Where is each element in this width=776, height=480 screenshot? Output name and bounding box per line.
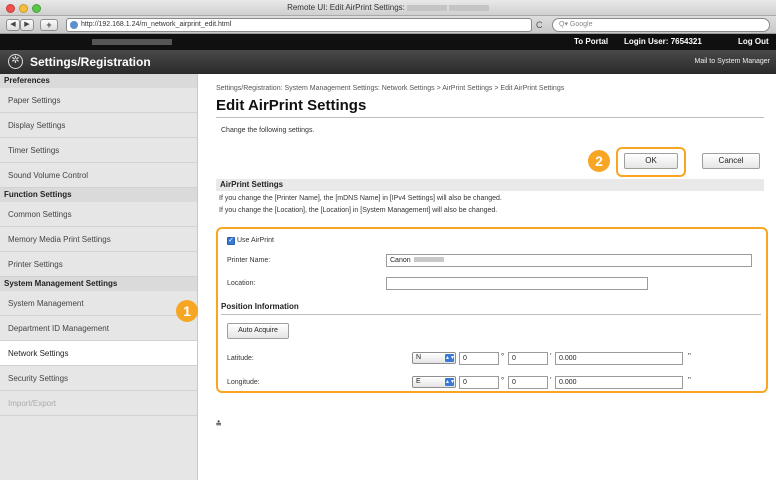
window-title: Remote UI: Edit AirPrint Settings: bbox=[0, 3, 776, 12]
latitude-second-input[interactable]: 0.000 bbox=[555, 352, 683, 365]
site-icon bbox=[70, 21, 78, 29]
back-to-top-icon[interactable]: ⩮ bbox=[216, 418, 221, 429]
window-titlebar: Remote UI: Edit AirPrint Settings: bbox=[0, 0, 776, 16]
second-mark: " bbox=[688, 376, 691, 385]
cancel-button[interactable]: Cancel bbox=[702, 153, 760, 169]
instruction-text: Change the following settings. bbox=[221, 127, 315, 134]
location-label: Location: bbox=[227, 280, 256, 287]
page-title: Edit AirPrint Settings bbox=[216, 97, 367, 114]
forward-button[interactable]: ▶ bbox=[20, 19, 34, 31]
latitude-degree-input[interactable]: 0 bbox=[459, 352, 499, 365]
app-title: Settings/Registration bbox=[30, 55, 151, 69]
browser-toolbar: ◀ ▶ + http://192.168.1.24/m_network_airp… bbox=[0, 16, 776, 34]
settings-icon: ✲ bbox=[8, 54, 23, 69]
sidebar-item-security-settings[interactable]: Security Settings bbox=[0, 366, 197, 391]
mail-to-system-manager-link[interactable]: Mail to System Manager bbox=[695, 58, 770, 65]
forward-arrow-icon: ▶ bbox=[24, 21, 30, 28]
second-mark: " bbox=[688, 352, 691, 361]
longitude-degree-input[interactable]: 0 bbox=[459, 376, 499, 389]
longitude-minute-input[interactable]: 0 bbox=[508, 376, 548, 389]
degree-mark: ° bbox=[501, 352, 505, 361]
ok-highlight-frame bbox=[616, 147, 686, 177]
main-content: Settings/Registration: System Management… bbox=[176, 74, 776, 480]
plus-icon: + bbox=[46, 20, 52, 30]
search-placeholder: Google bbox=[569, 21, 593, 28]
sidebar-heading-function-settings: Function Settings bbox=[0, 188, 197, 202]
sidebar-item-memory-media-print-settings[interactable]: Memory Media Print Settings bbox=[0, 227, 197, 252]
printer-name-input[interactable]: Canon bbox=[386, 254, 752, 267]
sidebar-item-common-settings[interactable]: Common Settings bbox=[0, 202, 197, 227]
log-out-link[interactable]: Log Out bbox=[738, 37, 769, 46]
minute-mark: ' bbox=[550, 376, 552, 385]
select-arrow-icon: ▲▼ bbox=[445, 354, 455, 362]
search-icon: Q▾ bbox=[559, 21, 568, 28]
sidebar-heading-preferences: Preferences bbox=[0, 74, 197, 88]
app-header: ✲ Settings/Registration Mail to System M… bbox=[0, 50, 776, 74]
location-input[interactable] bbox=[386, 277, 648, 290]
add-bookmark-button[interactable]: + bbox=[40, 19, 58, 31]
longitude-second-input[interactable]: 0.000 bbox=[555, 376, 683, 389]
sidebar-heading-system-management-settings: System Management Settings bbox=[0, 277, 197, 291]
reload-icon[interactable]: C bbox=[536, 20, 543, 30]
to-portal-link[interactable]: To Portal bbox=[574, 37, 608, 46]
step-2-badge: 2 bbox=[588, 150, 610, 172]
latitude-minute-input[interactable]: 0 bbox=[508, 352, 548, 365]
position-information-title: Position Information bbox=[221, 302, 299, 311]
printer-name-label: Printer Name: bbox=[227, 257, 271, 264]
sidebar-item-system-management[interactable]: System Management bbox=[0, 291, 197, 316]
login-user-id: 7654321 bbox=[670, 37, 702, 46]
airprint-section-title: AirPrint Settings bbox=[216, 179, 764, 191]
search-field[interactable]: Q▾ Google bbox=[552, 18, 770, 32]
back-button[interactable]: ◀ bbox=[6, 19, 20, 31]
device-name-redacted bbox=[92, 39, 172, 45]
use-airprint-checkbox[interactable]: ✓ bbox=[227, 237, 235, 245]
latitude-direction-select[interactable]: N ▲▼ bbox=[412, 352, 456, 364]
sidebar-item-printer-settings[interactable]: Printer Settings bbox=[0, 252, 197, 277]
sidebar-item-import-export[interactable]: Import/Export bbox=[0, 391, 197, 416]
checkmark-icon: ✓ bbox=[228, 237, 234, 244]
auto-acquire-button[interactable]: Auto Acquire bbox=[227, 323, 289, 339]
longitude-label: Longitude: bbox=[227, 379, 260, 386]
degree-mark: ° bbox=[501, 376, 505, 385]
sidebar: Preferences Paper Settings Display Setti… bbox=[0, 74, 198, 480]
sidebar-item-sound-volume-control[interactable]: Sound Volume Control bbox=[0, 163, 197, 188]
note-location: If you change the [Location], the [Locat… bbox=[219, 207, 498, 214]
sidebar-item-paper-settings[interactable]: Paper Settings bbox=[0, 88, 197, 113]
sidebar-item-department-id-management[interactable]: Department ID Management bbox=[0, 316, 197, 341]
longitude-direction-select[interactable]: E ▲▼ bbox=[412, 376, 456, 388]
sidebar-item-timer-settings[interactable]: Timer Settings bbox=[0, 138, 197, 163]
position-divider bbox=[221, 314, 761, 315]
address-bar[interactable]: http://192.168.1.24/m_network_airprint_e… bbox=[66, 18, 532, 32]
login-user-text: Login User: 7654321 bbox=[624, 37, 702, 46]
title-divider bbox=[216, 117, 764, 118]
sidebar-item-display-settings[interactable]: Display Settings bbox=[0, 113, 197, 138]
app-top-strip: To Portal Login User: 7654321 Log Out bbox=[0, 34, 776, 50]
latitude-label: Latitude: bbox=[227, 355, 254, 362]
minute-mark: ' bbox=[550, 352, 552, 361]
step-1-badge: 1 bbox=[176, 300, 198, 322]
note-printer-name: If you change the [Printer Name], the [m… bbox=[219, 195, 502, 202]
sidebar-item-network-settings[interactable]: Network Settings bbox=[0, 341, 197, 366]
breadcrumb: Settings/Registration: System Management… bbox=[216, 85, 565, 92]
use-airprint-label: Use AirPrint bbox=[237, 237, 274, 244]
back-arrow-icon: ◀ bbox=[10, 21, 16, 28]
url-text: http://192.168.1.24/m_network_airprint_e… bbox=[81, 21, 232, 28]
select-arrow-icon: ▲▼ bbox=[445, 378, 455, 386]
